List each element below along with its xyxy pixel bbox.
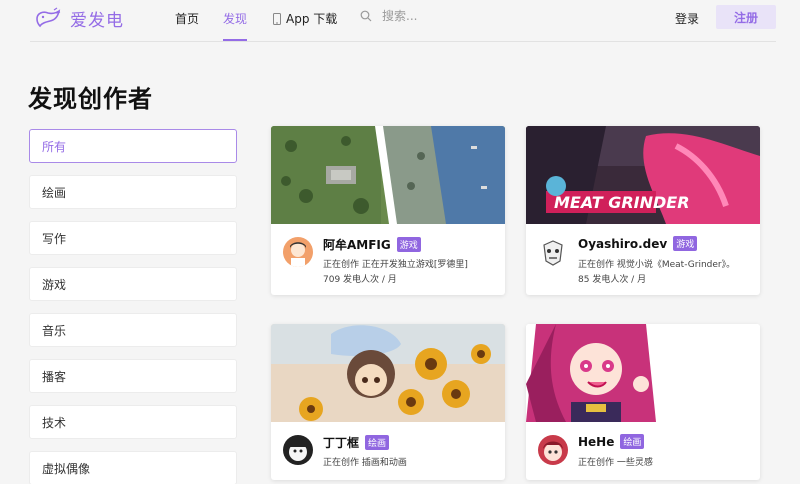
login-link[interactable]: 登录 [675, 10, 699, 27]
category-badge: 绘画 [620, 434, 645, 449]
search-icon [360, 10, 372, 22]
creator-name-row: Oyashiro.dev 游戏 [578, 236, 698, 251]
category-games[interactable]: 游戏 [29, 267, 237, 301]
search-input[interactable] [382, 9, 502, 23]
category-podcast[interactable]: 播客 [29, 359, 237, 393]
creator-name-row: HeHe 绘画 [578, 434, 645, 449]
creator-description: 正在创作 插画和动画 [323, 458, 407, 468]
creator-stats: 85 发电人次 / 月 [578, 275, 647, 285]
logo[interactable]: 爱发电 [34, 6, 124, 31]
creator-name: 阿牟AMFIG [323, 238, 391, 252]
creator-cover-image [271, 126, 505, 224]
category-music[interactable]: 音乐 [29, 313, 237, 347]
creator-name-row: 丁丁框 绘画 [323, 434, 390, 451]
top-nav: 爱发电 首页 发现 App 下载 登录 注册 [0, 0, 800, 42]
creator-name-row: 阿牟AMFIG 游戏 [323, 236, 421, 253]
creator-cover-image [526, 324, 760, 422]
category-badge: 游戏 [396, 237, 421, 252]
page-title: 发现创作者 [28, 85, 153, 113]
category-vtuber[interactable]: 虚拟偶像 [29, 451, 237, 484]
creator-stats: 709 发电人次 / 月 [323, 275, 397, 285]
creator-description: 正在创作 视觉小说《Meat-Grinder》。 [578, 260, 736, 270]
creator-name: HeHe [578, 434, 615, 449]
creator-description: 正在创作 一些灵感 [578, 458, 653, 468]
avatar [538, 237, 568, 267]
logo-text: 爱发电 [70, 10, 124, 31]
category-badge: 游戏 [673, 236, 698, 251]
nav-app-download[interactable]: App 下载 [272, 10, 337, 27]
creator-card[interactable]: HeHe 绘画 正在创作 一些灵感 [526, 324, 760, 480]
category-tech[interactable]: 技术 [29, 405, 237, 439]
search-bar [360, 9, 502, 23]
phone-icon [273, 12, 281, 25]
creator-card[interactable]: MEAT GRINDER Oyashiro.dev 游戏 正在创作 视觉小说《M… [526, 126, 760, 295]
creator-name: Oyashiro.dev [578, 236, 668, 251]
register-button[interactable]: 注册 [716, 5, 776, 29]
nav-home[interactable]: 首页 [175, 10, 199, 27]
nav-app-download-label: App 下载 [286, 12, 338, 26]
nav-discover[interactable]: 发现 [223, 10, 247, 27]
svg-text:MEAT GRINDER: MEAT GRINDER [554, 193, 690, 212]
creator-cover-image: MEAT GRINDER [526, 126, 760, 224]
category-writing[interactable]: 写作 [29, 221, 237, 255]
creator-cover-image [271, 324, 505, 422]
header-divider [30, 41, 776, 42]
category-all[interactable]: 所有 [29, 129, 237, 163]
avatar [283, 435, 313, 465]
category-badge: 绘画 [365, 435, 390, 450]
creator-name: 丁丁框 [323, 436, 360, 450]
category-painting[interactable]: 绘画 [29, 175, 237, 209]
creator-description: 正在创作 正在开发独立游戏[罗德里] [323, 260, 468, 270]
avatar [538, 435, 568, 465]
creator-card[interactable]: 丁丁框 绘画 正在创作 插画和动画 [271, 324, 505, 480]
creator-card[interactable]: 阿牟AMFIG 游戏 正在创作 正在开发独立游戏[罗德里] 709 发电人次 /… [271, 126, 505, 295]
avatar [283, 237, 313, 267]
logo-icon [36, 7, 61, 28]
